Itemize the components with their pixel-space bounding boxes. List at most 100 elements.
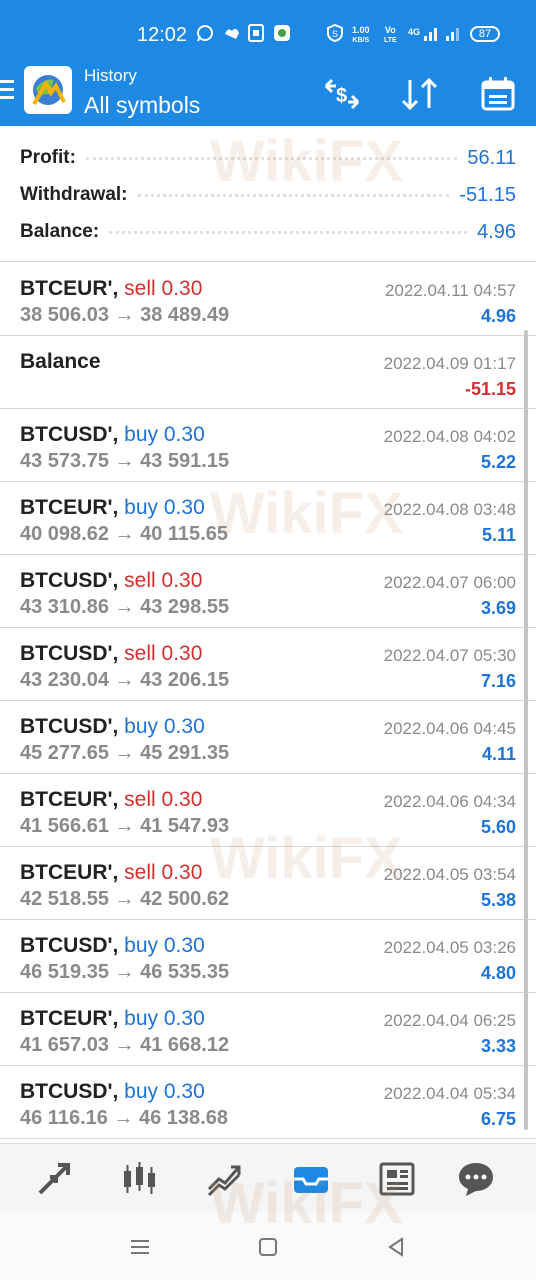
open-price: 46 116.16: [20, 1107, 108, 1129]
recents-icon[interactable]: [126, 1233, 154, 1261]
battery-level: 87: [478, 28, 492, 40]
net-speed-value: 1.00: [352, 25, 370, 35]
deal-prices: 46 519.35 → 46 535.35: [20, 961, 229, 984]
deal-volume: 0.30: [163, 423, 205, 446]
deal-row[interactable]: BTCUSD', buy 0.30 45 277.65 → 45 291.35 20…: [0, 701, 536, 774]
deal-title: Balance: [20, 350, 101, 374]
deal-prices: 41 657.03 → 41 668.12: [20, 1034, 229, 1057]
deal-list[interactable]: BTCEUR', sell 0.30 38 506.03 → 38 489.49 2…: [0, 263, 536, 1139]
deal-type: buy: [124, 1007, 159, 1030]
open-price: 46 519.35: [20, 961, 109, 983]
deal-profit: 5.38: [480, 890, 516, 910]
deal-symbol: BTCUSD',: [20, 934, 119, 957]
deal-profit: 4.80: [480, 963, 516, 983]
deal-symbol: BTCUSD',: [20, 569, 119, 592]
app-logo-icon[interactable]: [24, 66, 72, 114]
deal-type: buy: [124, 423, 159, 446]
deal-row[interactable]: BTCEUR', sell 0.30 38 506.03 → 38 489.49 2…: [0, 263, 536, 336]
deal-time: 2022.04.04 05:34: [383, 1084, 516, 1103]
deal-volume: 0.30: [163, 1080, 205, 1103]
deal-row[interactable]: BTCUSD', sell 0.30 43 310.86 → 43 298.55 2…: [0, 555, 536, 628]
deal-symbol: BTCUSD',: [20, 423, 119, 446]
deal-profit: 5.22: [480, 452, 516, 472]
network-type: 4G: [408, 27, 421, 37]
balance-value: 4.96: [477, 220, 516, 243]
deal-profit: 4.96: [480, 306, 516, 326]
deal-symbol: BTCUSD',: [20, 715, 119, 738]
deal-row[interactable]: BTCEUR', sell 0.30 42 518.55 → 42 500.62 2…: [0, 847, 536, 920]
deal-prices: 43 573.75 → 43 591.15: [20, 450, 229, 473]
deal-time: 2022.04.06 04:34: [383, 792, 516, 811]
deal-symbol: Balance: [20, 350, 101, 373]
dotted-leader: [137, 193, 450, 197]
arrow-right-icon: →: [114, 961, 135, 983]
deal-row[interactable]: BTCUSD', buy 0.30 46 519.35 → 46 535.35 20…: [0, 920, 536, 993]
deal-row[interactable]: BTCEUR', buy 0.30 40 098.62 → 40 115.65 20…: [0, 482, 536, 555]
arrow-right-icon: →: [114, 815, 135, 837]
deal-type: buy: [124, 496, 159, 519]
deal-prices: 42 518.55 → 42 500.62: [20, 888, 229, 911]
deal-title: BTCUSD', buy 0.30: [20, 423, 205, 447]
trade-icon[interactable]: [203, 1157, 247, 1201]
deal-row[interactable]: BTCUSD', buy 0.30 46 116.16 → 46 138.68 20…: [0, 1066, 536, 1139]
signal-icon: [422, 24, 462, 47]
deal-profit: 5.11: [481, 525, 516, 545]
deal-time: 2022.04.08 03:48: [383, 500, 516, 519]
dotted-leader: [109, 230, 468, 234]
net-speed: 1.00 KB/S: [352, 26, 370, 45]
svg-text:S: S: [332, 29, 338, 39]
menu-icon[interactable]: [0, 80, 16, 104]
open-price: 41 657.03: [20, 1034, 109, 1056]
deal-prices: 45 277.65 → 45 291.35: [20, 742, 229, 765]
close-price: 45 291.35: [140, 742, 230, 764]
status-bar: 12:02 S 1.00 KB/S Vo LTE 4G 87: [0, 0, 536, 66]
deal-row[interactable]: BTCEUR', buy 0.30 41 657.03 → 41 668.12 20…: [0, 993, 536, 1066]
deal-prices: 41 566.61 → 41 547.93: [20, 815, 229, 838]
deal-profit: 3.69: [480, 598, 516, 618]
deal-row[interactable]: BTCEUR', sell 0.30 41 566.61 → 41 547.93 2…: [0, 774, 536, 847]
deal-time: 2022.04.09 01:17: [383, 354, 516, 373]
close-price: 41 668.12: [140, 1034, 230, 1056]
deal-type: buy: [124, 1080, 159, 1103]
deal-time: 2022.04.07 06:00: [383, 573, 516, 592]
deal-time: 2022.04.08 04:02: [383, 427, 516, 446]
close-price: 46 535.35: [140, 961, 230, 983]
deal-profit: 7.16: [480, 671, 516, 691]
deal-volume: 0.30: [161, 277, 203, 300]
calendar-icon[interactable]: [478, 74, 518, 114]
currency-icon[interactable]: $: [322, 74, 362, 114]
sort-icon[interactable]: [400, 74, 440, 114]
chart-icon[interactable]: [117, 1157, 161, 1201]
withdrawal-row: Withdrawal: -51.15: [20, 179, 516, 211]
home-icon[interactable]: [254, 1233, 282, 1261]
deal-type: buy: [124, 715, 159, 738]
open-price: 40 098.62: [20, 523, 109, 545]
deal-prices: 46 116.16 → 46 138.68: [20, 1107, 228, 1130]
deal-title: BTCUSD', sell 0.30: [20, 569, 202, 593]
summary-panel: Profit: 56.11 Withdrawal: -51.15 Balance…: [0, 126, 536, 262]
arrow-right-icon: →: [114, 596, 135, 618]
close-price: 46 138.68: [139, 1107, 228, 1129]
volte-top: Vo: [384, 25, 396, 35]
quotes-icon[interactable]: [32, 1157, 76, 1201]
arrow-right-icon: →: [113, 1107, 134, 1129]
deal-title: BTCEUR', sell 0.30: [20, 277, 202, 301]
deal-row[interactable]: BTCUSD', sell 0.30 43 230.04 → 43 206.15 2…: [0, 628, 536, 701]
deal-profit: 6.75: [480, 1109, 516, 1129]
deal-volume: 0.30: [161, 569, 203, 592]
deal-prices: 43 310.86 → 43 298.55: [20, 596, 229, 619]
scrollbar[interactable]: [524, 330, 528, 1130]
deal-row[interactable]: Balance 2022.04.09 01:17 -51.15: [0, 336, 536, 409]
news-icon[interactable]: [375, 1157, 419, 1201]
deal-volume: 0.30: [161, 861, 203, 884]
symbol-filter[interactable]: All symbols: [84, 92, 200, 119]
chat-icon[interactable]: [454, 1157, 498, 1201]
deal-volume: 0.30: [161, 788, 203, 811]
deal-symbol: BTCEUR',: [20, 861, 119, 884]
deal-row[interactable]: BTCUSD', buy 0.30 43 573.75 → 43 591.15 20…: [0, 409, 536, 482]
sim-icon: [248, 24, 264, 47]
bottom-nav: [0, 1143, 536, 1213]
deal-title: BTCUSD', buy 0.30: [20, 1080, 205, 1104]
history-icon[interactable]: [289, 1157, 333, 1201]
back-icon[interactable]: [382, 1233, 410, 1261]
